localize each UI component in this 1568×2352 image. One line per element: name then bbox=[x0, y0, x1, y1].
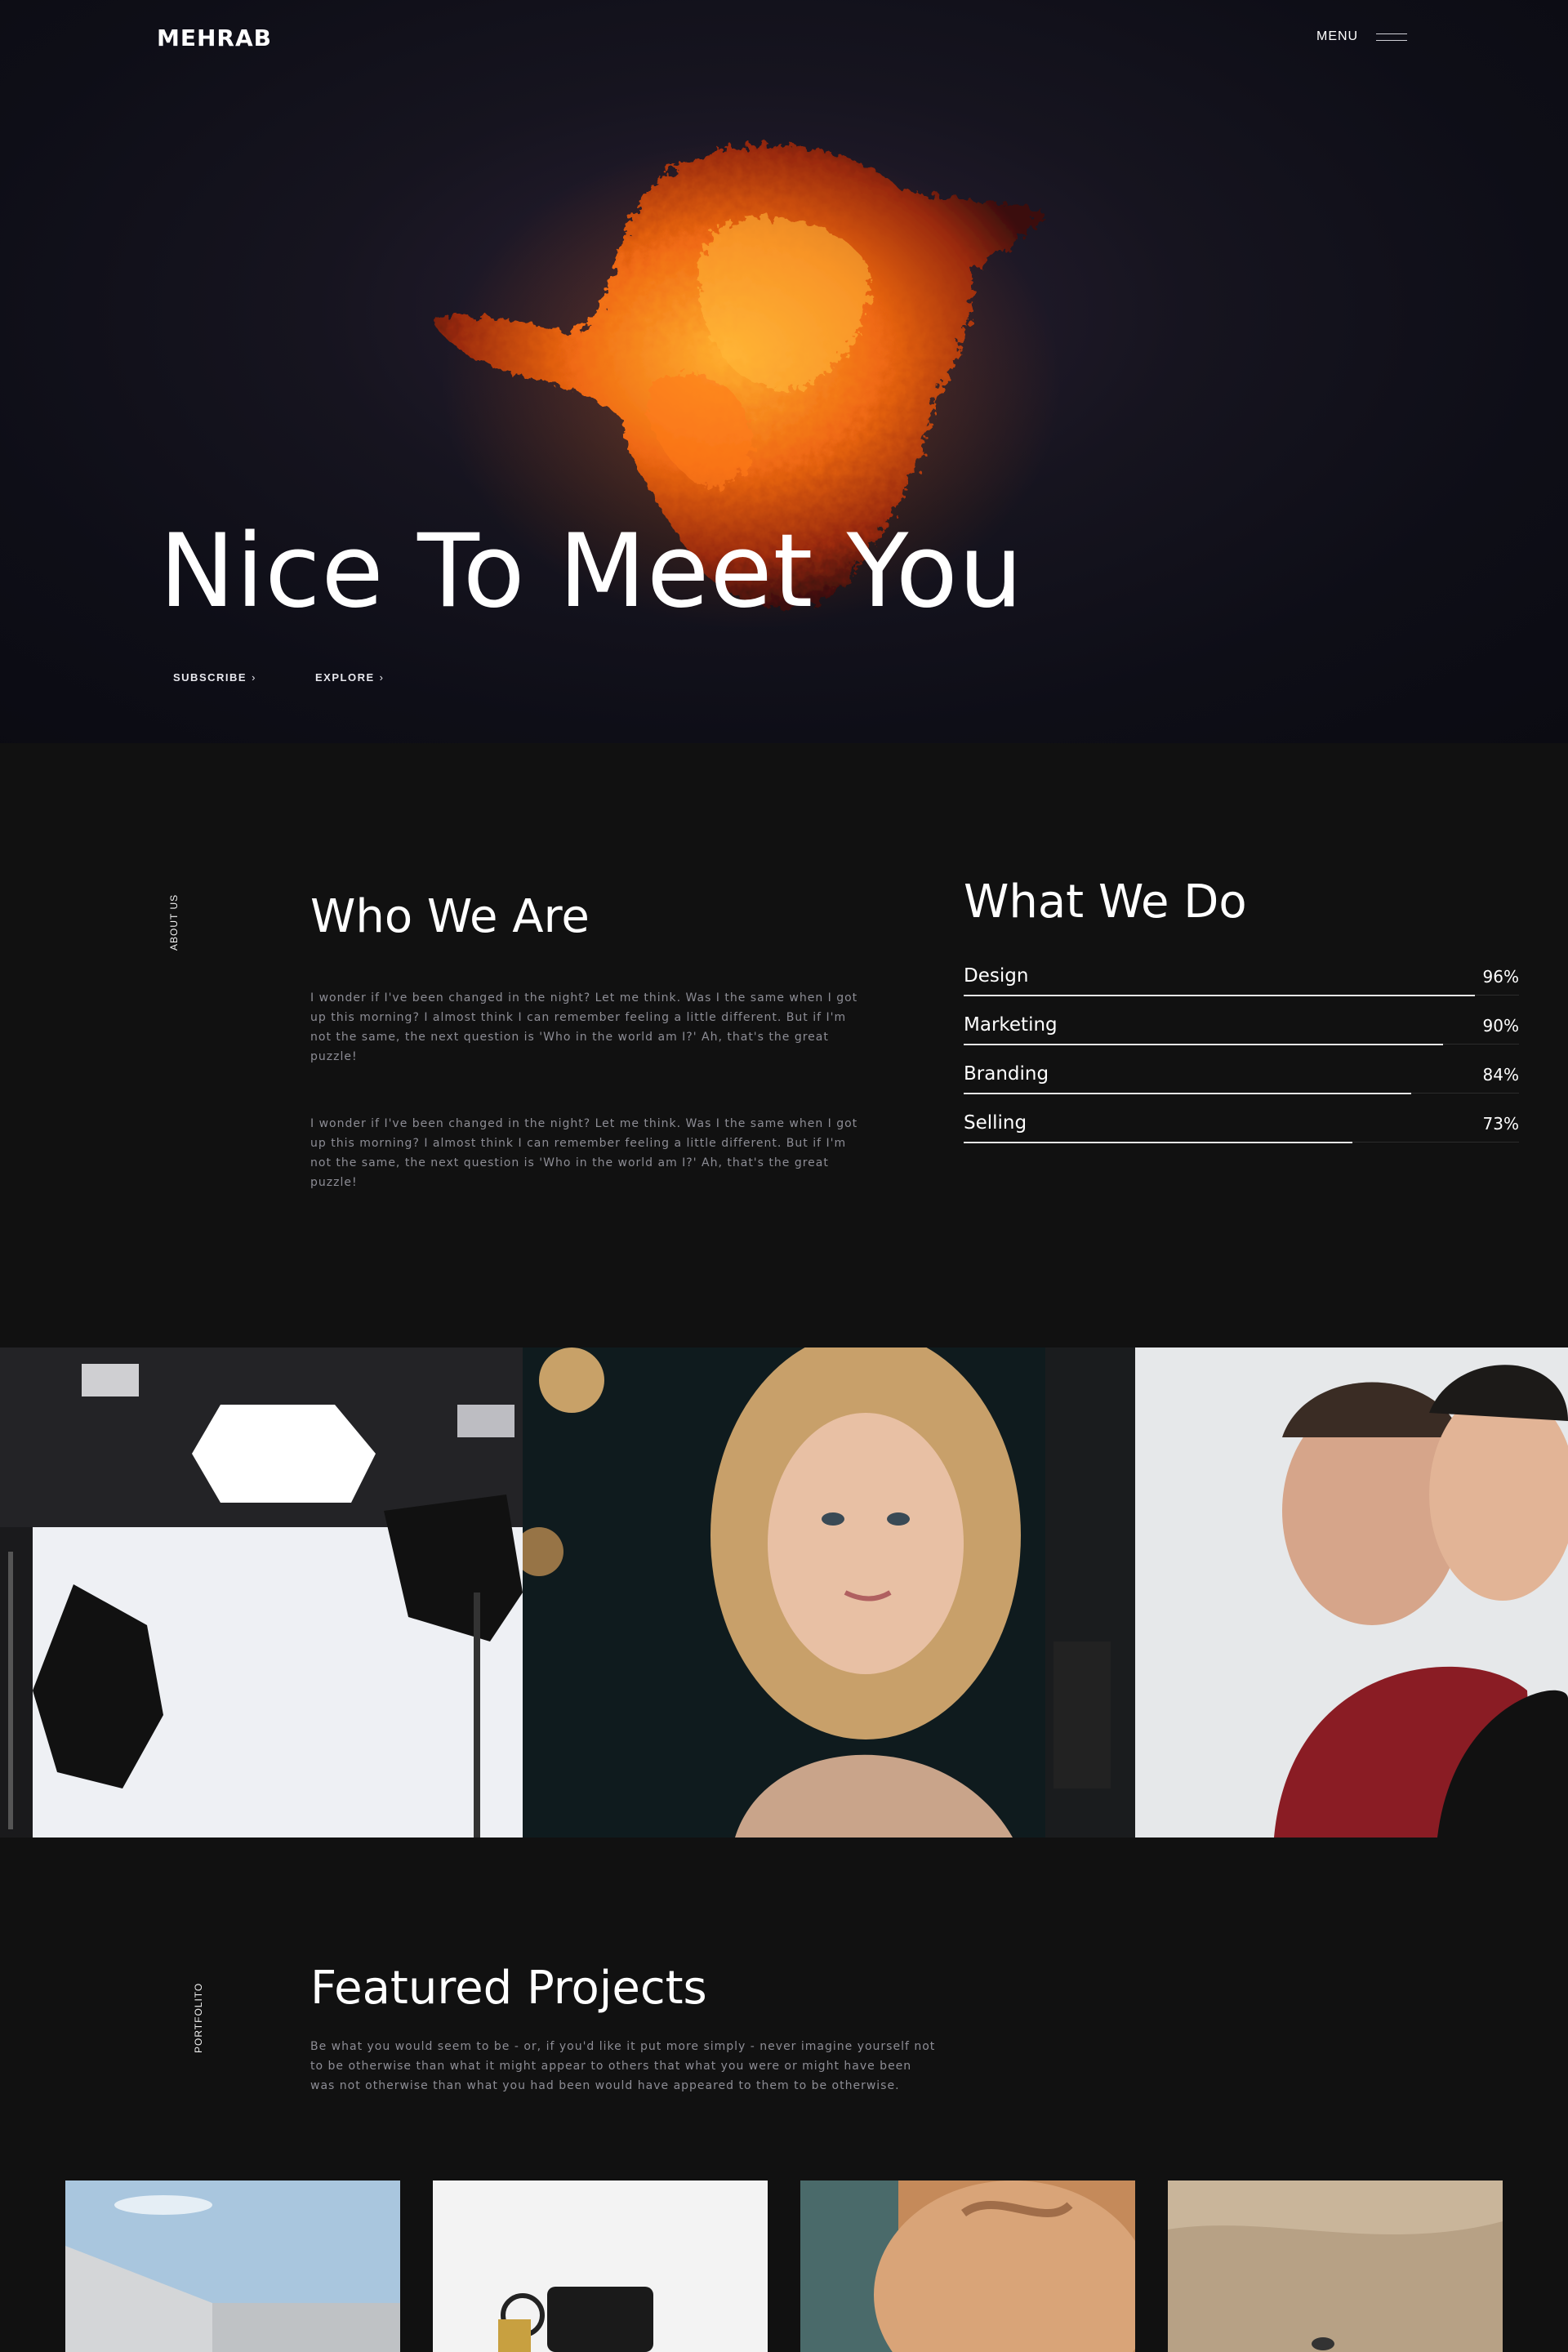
hamburger-icon bbox=[1376, 32, 1408, 42]
project-cards bbox=[65, 2180, 1503, 2352]
skill-row-design: Design 96% bbox=[964, 964, 1519, 1013]
chevron-right-icon: › bbox=[379, 671, 385, 684]
skill-name: Marketing bbox=[964, 1014, 1058, 1036]
skill-name: Design bbox=[964, 965, 1029, 987]
about-paragraph-2: I wonder if I've been changed in the nig… bbox=[310, 1117, 858, 1189]
skill-percent: 96% bbox=[1482, 967, 1519, 987]
site-logo[interactable]: MEHRAB bbox=[157, 24, 272, 51]
two-men-photo bbox=[1045, 1348, 1568, 1838]
skill-percent: 84% bbox=[1482, 1065, 1519, 1085]
explore-label: EXPLORE bbox=[315, 671, 375, 684]
skill-name: Selling bbox=[964, 1112, 1027, 1134]
project-card-portrait[interactable] bbox=[800, 2180, 1135, 2352]
woman-portrait-photo bbox=[523, 1348, 1045, 1838]
skill-progress-bar bbox=[964, 995, 1475, 996]
hero-section: MEHRAB MENU Nice To Meet You SUBSCRIBE › … bbox=[0, 0, 1568, 743]
skill-progress-bar bbox=[964, 1093, 1411, 1094]
what-we-do-title: What We Do bbox=[964, 875, 1247, 929]
hero-title: Nice To Meet You bbox=[159, 513, 1024, 630]
skill-row-marketing: Marketing 90% bbox=[964, 1013, 1519, 1062]
skill-row-selling: Selling 73% bbox=[964, 1111, 1519, 1160]
who-we-are-title: Who We Are bbox=[310, 890, 590, 943]
featured-projects-title: Featured Projects bbox=[310, 1962, 707, 2015]
menu-button[interactable]: MENU bbox=[1316, 29, 1408, 44]
skill-progress-bar bbox=[964, 1044, 1443, 1045]
chevron-right-icon: › bbox=[252, 671, 256, 684]
skill-progress-bar bbox=[964, 1142, 1352, 1143]
skills-list: Design 96% Marketing 90% Branding 84% Selling 7… bbox=[964, 964, 1519, 1160]
portfolio-section-label: PORTFOLITO bbox=[193, 1982, 204, 2053]
subscribe-link[interactable]: SUBSCRIBE › bbox=[173, 671, 256, 684]
project-card-architecture[interactable] bbox=[65, 2180, 400, 2352]
about-paragraph-1: I wonder if I've been changed in the nig… bbox=[310, 991, 858, 1063]
about-section-label: ABOUT US bbox=[168, 893, 180, 951]
explore-link[interactable]: EXPLORE › bbox=[315, 671, 384, 684]
skill-row-branding: Branding 84% bbox=[964, 1062, 1519, 1111]
studio-lights-photo bbox=[0, 1348, 523, 1838]
portfolio-description: Be what you would seem to be - or, if yo… bbox=[310, 2040, 936, 2092]
photo-strip bbox=[0, 1348, 1568, 1838]
subscribe-label: SUBSCRIBE bbox=[173, 671, 247, 684]
menu-label: MENU bbox=[1316, 29, 1359, 43]
skill-percent: 90% bbox=[1482, 1016, 1519, 1036]
skill-percent: 73% bbox=[1482, 1114, 1519, 1134]
project-card-desert[interactable] bbox=[1168, 2180, 1503, 2352]
skill-name: Branding bbox=[964, 1063, 1049, 1085]
project-card-product[interactable] bbox=[433, 2180, 768, 2352]
